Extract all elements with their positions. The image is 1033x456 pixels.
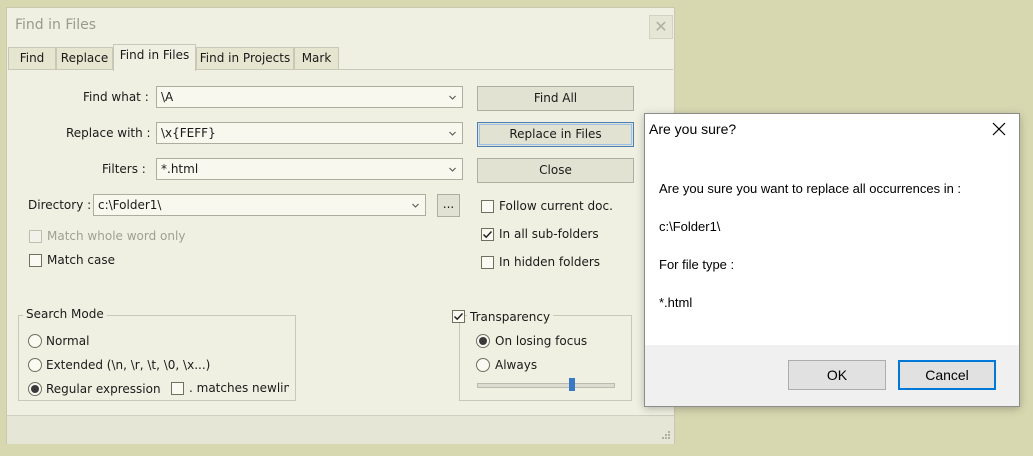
tab-replace[interactable]: Replace	[56, 47, 113, 69]
confirm-file-type-label: For file type :	[659, 257, 735, 272]
match-whole-word-checkbox[interactable]	[29, 230, 42, 243]
always-radio[interactable]	[476, 358, 490, 372]
close-icon[interactable]	[989, 119, 1009, 139]
match-case-label: Match case	[47, 253, 116, 267]
confirm-file-type: *.html	[659, 295, 693, 310]
in-all-subfolders-checkbox[interactable]	[481, 228, 494, 241]
search-mode-regex-label: Regular expression	[46, 382, 161, 396]
find-all-button[interactable]: Find All	[477, 86, 634, 111]
confirm-dialog-title: Are you sure?	[649, 121, 737, 137]
on-losing-focus-label: On losing focus	[495, 334, 588, 348]
transparency-slider-thumb[interactable]	[569, 378, 576, 391]
dialog-title: Find in Files	[15, 17, 97, 33]
confirm-message: Are you sure you want to replace all occ…	[659, 181, 962, 196]
close-button[interactable]: Close	[477, 158, 634, 183]
chevron-down-icon	[449, 131, 456, 136]
search-mode-title: Search Mode	[23, 307, 107, 321]
in-hidden-folders-checkbox[interactable]	[481, 256, 494, 269]
chevron-down-icon	[449, 167, 456, 172]
cancel-button[interactable]: Cancel	[898, 360, 996, 390]
browse-directory-button[interactable]: ...	[437, 194, 460, 217]
chevron-down-icon	[412, 203, 419, 208]
replace-in-files-button[interactable]: Replace in Files	[477, 122, 634, 147]
find-what-label: Find what :	[83, 90, 149, 104]
checkmark-icon	[453, 312, 464, 321]
confirm-replace-dialog: Are you sure? Are you sure you want to r…	[644, 113, 1020, 407]
replace-with-label: Replace with :	[66, 126, 151, 140]
checkmark-icon	[482, 230, 493, 239]
search-mode-normal-label: Normal	[46, 334, 90, 348]
dialog-close-button[interactable]: ✕	[649, 15, 673, 39]
matches-newline-label: . matches newline	[189, 381, 289, 395]
transparency-checkbox[interactable]	[452, 310, 465, 323]
filters-label: Filters :	[102, 162, 146, 176]
in-all-subfolders-label: In all sub-folders	[499, 227, 599, 241]
replace-with-value: \x{FEFF}	[161, 126, 216, 140]
always-label: Always	[495, 358, 538, 372]
replace-with-combo[interactable]: \x{FEFF}	[156, 122, 463, 144]
follow-current-doc-label: Follow current doc.	[499, 199, 613, 213]
match-whole-word-label: Match whole word only	[47, 229, 186, 243]
tab-find-in-files[interactable]: Find in Files	[113, 44, 196, 71]
match-case-checkbox[interactable]	[29, 254, 42, 267]
tab-mark[interactable]: Mark	[294, 47, 339, 69]
confirm-dialog-footer: OK Cancel	[645, 345, 1019, 406]
filters-combo[interactable]: *.html	[156, 158, 463, 180]
ok-button[interactable]: OK	[788, 360, 886, 390]
chevron-down-icon	[449, 95, 456, 100]
directory-value: c:\Folder1\	[98, 198, 162, 212]
tab-find[interactable]: Find	[8, 47, 56, 69]
follow-current-doc-checkbox[interactable]	[481, 200, 494, 213]
status-bar	[7, 415, 674, 444]
search-mode-extended-label: Extended (\n, \r, \t, \0, \x...)	[46, 358, 211, 372]
find-what-value: \A	[161, 90, 174, 104]
matches-newline-checkbox[interactable]	[171, 382, 184, 395]
directory-label: Directory :	[28, 198, 92, 212]
confirm-path: c:\Folder1\	[659, 219, 721, 234]
resize-grip-icon[interactable]	[661, 430, 671, 440]
find-in-files-dialog: Find in Files ✕ Find Replace Find in Fil…	[6, 7, 675, 444]
tab-find-in-projects[interactable]: Find in Projects	[196, 47, 294, 69]
close-icon: ✕	[654, 17, 668, 36]
directory-combo[interactable]: c:\Folder1\	[93, 194, 426, 216]
search-mode-normal-radio[interactable]	[28, 334, 42, 348]
search-mode-regex-radio[interactable]	[28, 382, 42, 396]
search-mode-extended-radio[interactable]	[28, 358, 42, 372]
filters-value: *.html	[161, 162, 199, 176]
in-hidden-folders-label: In hidden folders	[499, 255, 601, 269]
transparency-title: Transparency	[467, 310, 554, 324]
transparency-slider-track[interactable]	[477, 383, 615, 388]
on-losing-focus-radio[interactable]	[476, 334, 490, 348]
find-what-combo[interactable]: \A	[156, 86, 463, 108]
